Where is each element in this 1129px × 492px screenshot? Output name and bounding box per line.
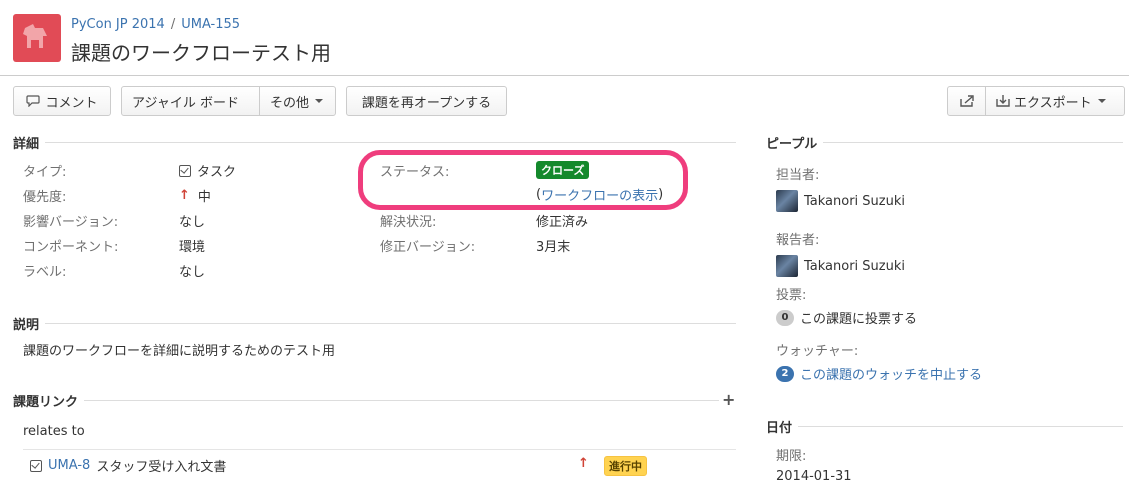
assignee-user[interactable]: Takanori Suzuki bbox=[776, 190, 905, 212]
description-heading[interactable]: 説明 bbox=[13, 314, 736, 333]
labels-value: なし bbox=[179, 265, 206, 280]
more-label: その他 bbox=[270, 95, 310, 111]
export-label: エクスポート bbox=[1014, 95, 1092, 111]
priority-value: ↑ 中 bbox=[179, 186, 211, 205]
divider bbox=[84, 400, 719, 401]
add-link-button[interactable]: + bbox=[722, 390, 735, 409]
priority-major-icon: ↑ bbox=[578, 456, 589, 471]
chevron-down-icon bbox=[1097, 99, 1106, 103]
due-date-value: 2014-01-31 bbox=[776, 469, 852, 484]
task-icon bbox=[179, 164, 191, 177]
breadcrumb-project-link[interactable]: PyCon JP 2014 bbox=[71, 17, 165, 32]
votes-count-badge: 0 bbox=[776, 309, 794, 326]
reporter-user[interactable]: Takanori Suzuki bbox=[776, 255, 905, 277]
dates-heading-text: 日付 bbox=[766, 421, 793, 436]
share-button[interactable] bbox=[948, 87, 986, 115]
component-label: コンポーネント: bbox=[23, 240, 119, 255]
resolution-label: 解決状況: bbox=[380, 215, 437, 230]
linked-issue-key-link[interactable]: UMA-8 bbox=[48, 458, 90, 473]
status-badge: 進行中 bbox=[604, 456, 647, 476]
comment-button[interactable]: コメント bbox=[13, 86, 111, 116]
linked-issue-status: 進行中 bbox=[604, 456, 647, 476]
linked-issue-summary: スタッフ受け入れ文書 bbox=[96, 460, 227, 475]
reporter-label: 報告者: bbox=[776, 233, 820, 248]
people-heading-text: ピープル bbox=[766, 137, 818, 152]
divider bbox=[45, 323, 736, 324]
chevron-down-icon bbox=[315, 99, 324, 103]
status-highlight-annotation bbox=[358, 150, 688, 210]
breadcrumb: PyCon JP 2014 / UMA-155 bbox=[71, 17, 240, 32]
agile-board-button[interactable]: アジャイル ボード bbox=[122, 87, 260, 115]
avatar bbox=[776, 255, 798, 277]
dates-heading[interactable]: 日付 bbox=[766, 417, 1123, 436]
comment-icon bbox=[26, 95, 41, 107]
linked-issue-row[interactable]: UMA-8 スタッフ受け入れ文書 bbox=[30, 456, 226, 475]
labels-label: ラベル: bbox=[23, 265, 67, 280]
votes-label: 投票: bbox=[776, 288, 807, 303]
resolution-value: 修正済み bbox=[536, 215, 589, 230]
priority-label: 優先度: bbox=[23, 190, 67, 205]
vote-link[interactable]: この課題に投票する bbox=[800, 308, 917, 327]
export-dropdown[interactable]: エクスポート bbox=[986, 87, 1124, 115]
divider bbox=[823, 142, 1123, 143]
type-value: タスク bbox=[179, 161, 236, 180]
breadcrumb-separator: / bbox=[170, 17, 176, 32]
component-link[interactable]: 環境 bbox=[179, 236, 205, 255]
project-avatar[interactable] bbox=[13, 14, 61, 62]
share-icon bbox=[959, 95, 974, 107]
link-relation: relates to bbox=[23, 424, 85, 439]
divider bbox=[798, 426, 1123, 427]
issue-links-heading-text: 課題リンク bbox=[13, 395, 79, 410]
description-heading-text: 説明 bbox=[13, 318, 40, 333]
more-dropdown[interactable]: その他 bbox=[260, 87, 333, 115]
type-label: タイプ: bbox=[23, 165, 67, 180]
comment-label: コメント bbox=[45, 95, 98, 111]
affects-version-label: 影響バージョン: bbox=[23, 215, 119, 230]
type-value-text: タスク bbox=[197, 165, 237, 180]
divider bbox=[23, 449, 736, 450]
export-button-group: エクスポート bbox=[947, 86, 1125, 116]
watchers-label: ウォッチャー: bbox=[776, 344, 859, 359]
reopen-issue-button[interactable]: 課題を再オープンする bbox=[346, 86, 507, 116]
breadcrumb-issue-key-link[interactable]: UMA-155 bbox=[181, 17, 240, 32]
issue-links-heading[interactable]: 課題リンク bbox=[13, 391, 719, 410]
stop-watching-link[interactable]: この課題のウォッチを中止する bbox=[800, 364, 982, 383]
workflow-button-group: アジャイル ボード その他 bbox=[121, 86, 336, 116]
linked-issue-priority: ↑ bbox=[578, 456, 597, 471]
fix-version-label: 修正バージョン: bbox=[380, 240, 476, 255]
issue-header: PyCon JP 2014 / UMA-155 課題のワークフローテスト用 bbox=[0, 0, 1129, 76]
export-icon bbox=[996, 95, 1010, 107]
reporter-name: Takanori Suzuki bbox=[804, 258, 905, 274]
page-title: 課題のワークフローテスト用 bbox=[71, 41, 331, 65]
fix-version-link[interactable]: 3月末 bbox=[536, 236, 570, 255]
assignee-name: Takanori Suzuki bbox=[804, 193, 905, 209]
task-icon bbox=[30, 459, 42, 472]
details-heading-text: 詳細 bbox=[13, 137, 40, 152]
watch-action: 2 この課題のウォッチを中止する bbox=[776, 364, 982, 383]
watchers-count-badge: 2 bbox=[776, 365, 794, 382]
due-date-label: 期限: bbox=[776, 449, 807, 464]
divider bbox=[45, 142, 736, 143]
vote-action: 0 この課題に投票する bbox=[776, 308, 917, 327]
assignee-label: 担当者: bbox=[776, 168, 820, 183]
priority-major-icon: ↑ bbox=[179, 188, 190, 203]
priority-value-text: 中 bbox=[197, 190, 211, 205]
avatar bbox=[776, 190, 798, 212]
people-heading[interactable]: ピープル bbox=[766, 133, 1123, 152]
description-text[interactable]: 課題のワークフローを詳細に説明するためのテスト用 bbox=[23, 340, 335, 359]
affects-version-value: なし bbox=[179, 215, 206, 230]
dala-horse-icon bbox=[23, 24, 47, 48]
issue-toolbar: コメント アジャイル ボード その他 課題を再オープンする エクスポート bbox=[0, 86, 1129, 116]
